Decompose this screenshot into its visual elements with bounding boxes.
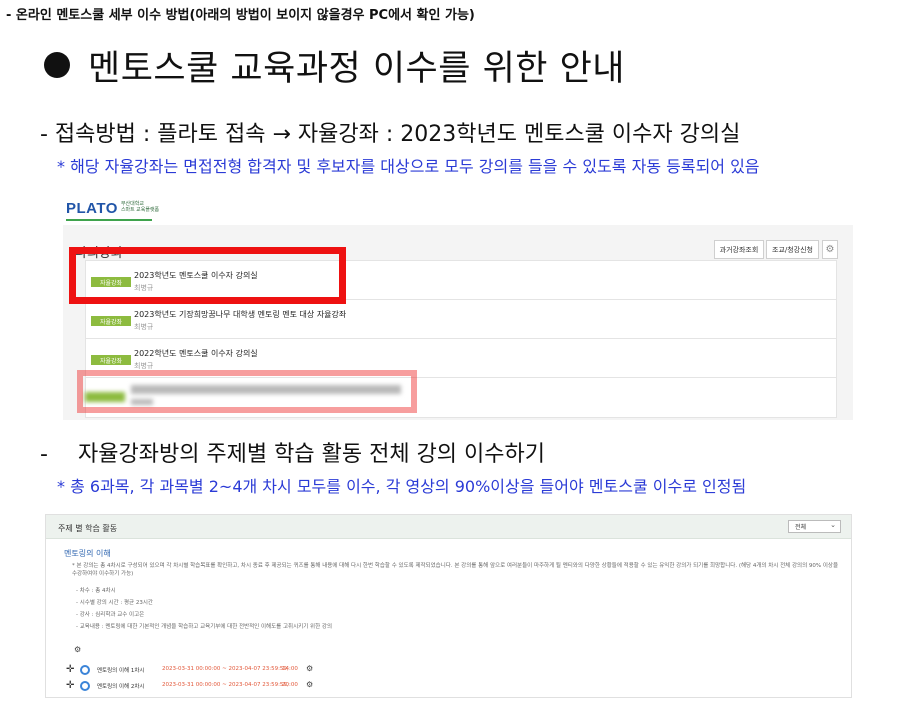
drag-move-icon[interactable]: ✛ [66,681,74,691]
lesson-gear-icon[interactable]: ⚙ [306,664,313,673]
lesson-period: 2023-03-31 00:00:00 ~ 2023-04-07 23:59:5… [162,682,289,688]
main-title: 멘토스쿨 교육과정 이수를 위한 안내 [44,40,625,91]
drag-move-icon[interactable]: ✛ [66,665,74,675]
course-professor: 최병규 [134,323,154,331]
section-gear-icon[interactable]: ⚙ [74,645,81,654]
activity-info-line: - 시수별 강의 시간 : 평균 23시간 [76,600,153,606]
activity-info-line: - 차수 : 총 4차시 [76,588,116,594]
completion-dash: - [40,442,48,467]
plato-logo-tag-line2: 스마트 교육플랫폼 [120,207,160,213]
course-title[interactable]: 2023학년도 기장희망꿈나무 대학생 멘토링 멘토 대상 자율강좌 [134,309,346,320]
activity-info-line: - 강사 : 심리학과 교수 이고은 [76,612,145,618]
settings-gear-icon[interactable]: ⚙ [822,240,838,259]
plato-logo: PLATO 부산대학교 스마트 교육플랫폼 [66,200,159,221]
lesson-gear-icon[interactable]: ⚙ [306,680,313,689]
plato-logo-tag: 부산대학교 스마트 교육플랫폼 [121,201,159,213]
activity-panel: 주제 별 학습 활동 전체 ⌄ 멘토링의 이해 * 본 강의는 총 4차시로 구… [45,514,852,698]
video-icon [80,665,90,675]
course-title[interactable]: 2022학년도 멘토스쿨 이수자 강의실 [134,348,258,359]
past-courses-button[interactable]: 과거강좌조회 [714,240,764,259]
lesson-row[interactable]: ✛ 멘토링의 이해 2차시 2023-03-31 00:00:00 ~ 2023… [66,680,666,693]
highlight-box-faded [77,370,417,413]
activity-header: 주제 별 학습 활동 전체 ⌄ [46,515,851,539]
course-item[interactable]: 자율강좌 2023학년도 기장희망꿈나무 대학생 멘토링 멘토 대상 자율강좌 … [86,300,836,339]
access-method-heading: - 접속방법 : 플라토 접속 → 자율강좌 : 2023학년도 멘토스쿨 이수… [40,122,741,147]
bullet-icon [44,52,70,78]
access-method-note: * 해당 자율강좌는 면접전형 합격자 및 후보자를 대상으로 모두 강의를 들… [57,157,760,176]
lesson-row[interactable]: ✛ 멘토링의 이해 1차시 2023-03-31 00:00:00 ~ 2023… [66,664,666,677]
course-badge: 자율강좌 [91,355,131,365]
lesson-name[interactable]: 멘토링의 이해 2차시 [97,682,144,690]
audit-request-button[interactable]: 조교/청강신청 [766,240,819,259]
completion-note: * 총 6과목, 각 과목별 2~4개 차시 모두를 이수, 각 영상의 90%… [57,477,747,496]
activity-info-line: - 교육내용 : 멘토링에 대한 기본적인 개념을 학습하고 교육기부에 대한 … [76,624,333,630]
course-badge: 자율강좌 [91,316,131,326]
completion-heading: - 자율강좌방의 주제별 학습 활동 전체 강의 이수하기 [40,436,545,468]
activity-section-title: 멘토링의 이해 [64,549,111,558]
top-note: - 온라인 멘토스쿨 세부 이수 방법(아래의 방법이 보이지 않을경우 PC에… [6,8,475,23]
activity-description: * 본 강의는 총 4차시로 구성되어 있으며 각 차시별 학습목표를 확인하고… [72,563,839,577]
main-title-text: 멘토스쿨 교육과정 이수를 위한 안내 [88,49,626,89]
activity-filter-select[interactable]: 전체 ⌄ [788,520,841,533]
plato-logo-word: PLATO [66,200,118,217]
highlight-box [69,247,346,304]
plato-logo-underline [66,219,152,221]
video-icon [80,681,90,691]
lesson-duration: 14:00 [282,666,298,672]
chevron-down-icon: ⌄ [830,521,836,529]
lesson-name[interactable]: 멘토링의 이해 1차시 [97,666,144,674]
activity-filter-value: 전체 [795,524,807,531]
activity-header-title: 주제 별 학습 활동 [58,524,118,533]
lesson-duration: 20:00 [282,682,298,688]
completion-heading-text: 자율강좌방의 주제별 학습 활동 전체 강의 이수하기 [78,442,546,467]
lesson-period: 2023-03-31 00:00:00 ~ 2023-04-07 23:59:5… [162,666,289,672]
